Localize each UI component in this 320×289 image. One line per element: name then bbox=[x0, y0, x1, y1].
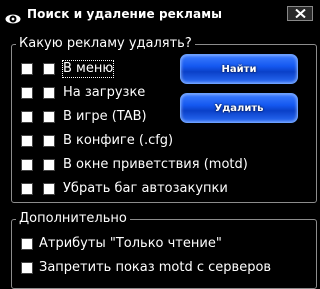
close-button[interactable] bbox=[287, 6, 313, 21]
checkbox-ingame-a[interactable] bbox=[21, 111, 33, 123]
checkbox-motd-b[interactable] bbox=[43, 159, 55, 171]
close-icon bbox=[295, 9, 306, 18]
window-title: Поиск и удаление рекламы bbox=[27, 7, 223, 21]
checkbox-ingame-b[interactable] bbox=[43, 111, 55, 123]
option-label-autobuy[interactable]: Убрать баг автозакупки bbox=[63, 181, 228, 197]
checkbox-menu-a[interactable] bbox=[21, 63, 33, 75]
checkbox-motd-a[interactable] bbox=[21, 159, 33, 171]
option-label-config[interactable]: В конфиге (.cfg) bbox=[63, 133, 173, 149]
delete-button-label: Удалить bbox=[214, 102, 264, 114]
delete-button[interactable]: Удалить bbox=[180, 93, 298, 123]
option-label-menu[interactable]: В меню bbox=[61, 60, 115, 78]
option-label-ingame[interactable]: В игре (TAB) bbox=[63, 109, 147, 125]
checkbox-autobuy-a[interactable] bbox=[21, 183, 33, 195]
option-label-block-motd[interactable]: Запретить показ motd с серверов bbox=[39, 260, 271, 276]
which-ads-legend: Какую рекламу удалять? bbox=[16, 36, 195, 52]
find-button[interactable]: Найти bbox=[180, 54, 298, 84]
eye-icon bbox=[5, 9, 21, 24]
checkbox-loading-a[interactable] bbox=[21, 87, 33, 99]
checkbox-config-a[interactable] bbox=[21, 135, 33, 147]
option-label-readonly[interactable]: Атрибуты "Только чтение" bbox=[39, 236, 222, 252]
option-label-motd[interactable]: В окне приветствия (motd) bbox=[63, 157, 248, 173]
find-button-label: Найти bbox=[221, 63, 257, 75]
option-label-loading[interactable]: На загрузке bbox=[63, 85, 145, 101]
additional-group bbox=[11, 219, 317, 289]
checkbox-config-b[interactable] bbox=[43, 135, 55, 147]
additional-legend: Дополнительно bbox=[16, 211, 130, 227]
checkbox-menu-b[interactable] bbox=[43, 63, 55, 75]
checkbox-loading-b[interactable] bbox=[43, 87, 55, 99]
checkbox-readonly[interactable] bbox=[21, 238, 33, 250]
title-bar[interactable]: Поиск и удаление рекламы bbox=[0, 0, 320, 28]
checkbox-block-motd[interactable] bbox=[21, 262, 33, 274]
checkbox-autobuy-b[interactable] bbox=[43, 183, 55, 195]
